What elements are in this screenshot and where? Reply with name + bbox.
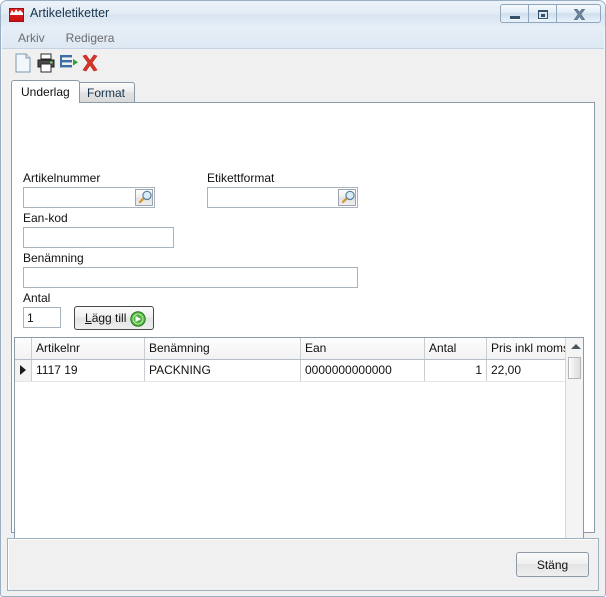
label-ean-kod: Ean-kod — [23, 211, 68, 225]
label-etikettformat: Etikettformat — [207, 171, 275, 185]
field-artikelnummer — [23, 187, 155, 208]
new-document-button[interactable] — [12, 52, 36, 74]
search-icon — [341, 190, 355, 204]
grid-header-benamning[interactable]: Benämning — [145, 338, 301, 359]
print-button[interactable] — [34, 52, 58, 74]
delete-button[interactable] — [78, 52, 102, 74]
vertical-scroll-thumb[interactable] — [568, 357, 581, 379]
current-row-arrow-icon — [20, 365, 26, 375]
etikettformat-lookup-button[interactable] — [338, 189, 356, 206]
search-icon — [138, 190, 152, 204]
close-button[interactable] — [556, 4, 601, 23]
app-icon — [8, 6, 25, 23]
tab-strip: Underlag Format — [11, 80, 595, 103]
minimize-icon — [510, 16, 520, 19]
grid-header-indicator — [15, 338, 32, 359]
print-preview-button[interactable] — [56, 52, 80, 74]
title-bar: Artikeletiketter — [1, 1, 605, 28]
minimize-button[interactable] — [500, 4, 528, 23]
table-row[interactable]: 1117 19 PACKNING 0000000000000 1 22,00 c — [15, 360, 583, 382]
footer-panel: Stäng — [7, 538, 599, 591]
field-etikettformat — [207, 187, 358, 208]
label-antal: Antal — [23, 291, 51, 305]
toolbar — [2, 49, 604, 77]
close-dialog-button[interactable]: Stäng — [516, 552, 589, 577]
artikelnummer-lookup-button[interactable] — [135, 189, 153, 206]
cell-ean: 0000000000000 — [301, 360, 425, 381]
row-indicator — [15, 360, 32, 381]
app-icon-zigzag — [10, 9, 23, 15]
cell-antal: 1 — [425, 360, 487, 381]
close-icon — [573, 9, 586, 20]
restore-icon — [538, 10, 548, 19]
ean-kod-input[interactable] — [23, 227, 174, 248]
grid-header-artikelnr[interactable]: Artikelnr — [32, 338, 145, 359]
tab-underlag[interactable]: Underlag — [11, 80, 80, 103]
add-button-label: Lägg till — [85, 311, 127, 325]
print-icon — [37, 53, 55, 73]
add-button[interactable]: Lägg till — [74, 306, 154, 330]
etikettformat-input[interactable] — [207, 187, 358, 208]
cell-benamning: PACKNING — [145, 360, 301, 381]
new-document-icon — [15, 53, 31, 73]
maximize-button[interactable] — [528, 4, 556, 23]
grid-header-antal[interactable]: Antal — [425, 338, 487, 359]
delete-icon — [82, 54, 98, 72]
label-artikelnummer: Artikelnummer — [23, 171, 101, 185]
green-arrow-icon — [130, 311, 146, 327]
menu-item-redigera[interactable]: Redigera — [62, 29, 124, 47]
application-window: Artikeletiketter Arkiv Redigera Underlag… — [0, 0, 606, 597]
window-title: Artikeletiketter — [30, 6, 110, 20]
tab-format[interactable]: Format — [77, 82, 136, 102]
grid-header-row: Artikelnr Benämning Ean Antal Pris inkl … — [15, 338, 583, 360]
print-preview-icon — [60, 55, 78, 68]
scroll-up-icon[interactable] — [571, 344, 581, 349]
menu-item-arkiv[interactable]: Arkiv — [14, 29, 54, 47]
cell-artikelnr: 1117 19 — [32, 360, 145, 381]
menu-bar: Arkiv Redigera — [2, 28, 604, 49]
client-area: Underlag Format Artikelnummer Etikettfor… — [2, 49, 604, 596]
grid-header-ean[interactable]: Ean — [301, 338, 425, 359]
label-benamning: Benämning — [23, 251, 84, 265]
benamning-input[interactable] — [23, 267, 358, 288]
antal-input[interactable] — [23, 307, 61, 328]
window-controls — [500, 4, 601, 23]
